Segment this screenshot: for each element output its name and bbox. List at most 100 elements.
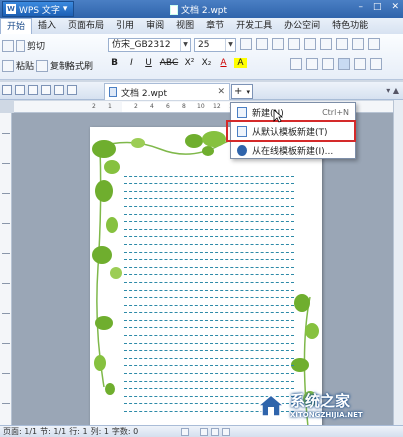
font-size-select[interactable]: 25 ▼ <box>194 38 236 52</box>
tab-bar-controls[interactable]: ▾ ▲ <box>386 86 399 95</box>
bullet-list-icon[interactable] <box>288 38 300 50</box>
ruler-label: 2 <box>134 103 138 110</box>
mouse-cursor-icon <box>273 109 283 123</box>
cut-group: 剪切 <box>2 39 45 52</box>
ruler-label: 6 <box>166 103 170 110</box>
page-view-icon[interactable] <box>200 427 209 436</box>
menu-review[interactable]: 审阅 <box>140 18 170 34</box>
paragraph-tools-row2 <box>290 58 382 70</box>
paste-button[interactable]: 粘贴 <box>16 59 34 72</box>
print-preview-icon[interactable] <box>41 85 51 95</box>
watermark-brand: 系统之家 <box>290 392 351 410</box>
ruler-tick <box>2 373 10 374</box>
ruler-label: 2 <box>92 103 96 110</box>
wps-app-button[interactable]: W WPS 文字 ▾ <box>2 1 74 17</box>
format-painter-group: 格式刷 <box>66 59 93 72</box>
paste-group: 粘贴 ▾ <box>2 59 41 72</box>
status-section: 节: 1/1 <box>40 427 67 436</box>
house-logo-icon <box>256 393 286 417</box>
italic-button[interactable]: I <box>125 58 138 68</box>
chevron-down-icon[interactable]: ▼ <box>180 39 190 51</box>
menu-item-new-from-online-template[interactable]: 从在线模板新建(I)... <box>231 142 355 159</box>
clear-format-icon[interactable] <box>272 38 284 50</box>
chevron-down-icon[interactable]: ▼ <box>225 39 235 51</box>
minimize-button[interactable]: – <box>358 2 363 12</box>
menu-home[interactable]: 开始 <box>0 18 33 34</box>
menu-office-space[interactable]: 办公空间 <box>278 18 326 34</box>
align-justify-icon[interactable] <box>338 58 350 70</box>
superscript-button[interactable]: X² <box>183 58 196 68</box>
new-document-button[interactable]: + ▾ <box>231 84 253 99</box>
menu-item-new[interactable]: 新建(N) Ctrl+N <box>231 104 355 121</box>
app-name: WPS 文字 <box>19 5 60 16</box>
full-screen-icon[interactable] <box>211 427 220 436</box>
menu-item-shortcut: Ctrl+N <box>322 108 349 117</box>
indent-icon[interactable] <box>336 38 348 50</box>
menu-page-layout[interactable]: 页面布局 <box>62 18 110 34</box>
sort-icon[interactable] <box>352 38 364 50</box>
maximize-button[interactable]: □ <box>373 2 382 12</box>
menu-developer[interactable]: 开发工具 <box>230 18 278 34</box>
font-color-button[interactable]: A <box>217 58 230 68</box>
highlight-button[interactable]: A <box>234 58 247 68</box>
ribbon-toolbar: 剪切 粘贴 ▾ 复制 格式刷 仿宋_GB2312 ▼ 25 ▼ <box>0 34 403 80</box>
align-right-icon[interactable] <box>322 58 334 70</box>
highlight-box <box>226 120 356 142</box>
ruler-label: 1 <box>108 103 112 110</box>
line-spacing-icon[interactable] <box>370 58 382 70</box>
close-window-button[interactable]: ✕ <box>391 2 399 12</box>
save-icon[interactable] <box>15 85 25 95</box>
plus-icon[interactable]: + <box>234 86 242 97</box>
menu-chapter[interactable]: 章节 <box>200 18 230 34</box>
strikethrough-button[interactable]: ABC <box>159 58 179 68</box>
align-center-icon[interactable] <box>306 58 318 70</box>
numbered-list-icon[interactable] <box>304 38 316 50</box>
ruler-tick <box>2 343 10 344</box>
show-marks-icon[interactable] <box>368 38 380 50</box>
outdent-icon[interactable] <box>320 38 332 50</box>
redo-icon[interactable] <box>67 85 77 95</box>
cut-button[interactable]: 剪切 <box>27 39 45 52</box>
ruler-tick <box>2 133 10 134</box>
document-page[interactable] <box>90 127 322 425</box>
document-tab-bar: 文档 2.wpt ✕ + ▾ ▾ ▲ <box>0 82 403 100</box>
format-painter-button[interactable]: 格式刷 <box>66 59 93 72</box>
open-icon[interactable] <box>2 85 12 95</box>
document-icon <box>170 4 178 15</box>
chevron-down-icon[interactable]: ▾ <box>246 88 250 96</box>
menu-view[interactable]: 视图 <box>170 18 200 34</box>
menu-features[interactable]: 特色功能 <box>326 18 374 34</box>
bold-button[interactable]: B <box>108 58 121 68</box>
underline-button[interactable]: U <box>142 58 155 68</box>
tab-document-label: 文档 2.wpt <box>121 88 168 99</box>
dashed-writing-lines <box>124 169 294 412</box>
align-left-icon[interactable] <box>290 58 302 70</box>
ruler-tick <box>2 163 10 164</box>
undo-icon[interactable] <box>54 85 64 95</box>
web-view-icon[interactable] <box>222 427 231 436</box>
window-title: 文档 2.wpt <box>170 3 227 16</box>
ruler-tick <box>2 313 10 314</box>
subscript-button[interactable]: X₂ <box>200 58 213 68</box>
document-canvas[interactable] <box>12 113 403 425</box>
vertical-scrollbar[interactable] <box>393 100 403 425</box>
watermark: 系统之家 XITONGZHIJIA.NET <box>256 386 403 423</box>
window-title-text: 文档 2.wpt <box>181 6 228 16</box>
menu-item-label: 从在线模板新建(I)... <box>252 147 334 157</box>
print-icon[interactable] <box>28 85 38 95</box>
spellcheck-icon[interactable] <box>181 427 190 436</box>
ruler-tick <box>2 253 10 254</box>
distributed-icon[interactable] <box>354 58 366 70</box>
scissors-icon <box>2 39 14 52</box>
tab-document-2[interactable]: 文档 2.wpt ✕ <box>104 83 230 100</box>
wps-logo-icon: W <box>6 4 16 14</box>
font-name-select[interactable]: 仿宋_GB2312 ▼ <box>108 38 191 52</box>
shrink-font-icon[interactable] <box>256 38 268 50</box>
status-word-count[interactable]: 字数: 0 <box>112 426 138 437</box>
copy-icon <box>36 59 48 72</box>
menu-insert[interactable]: 插入 <box>32 18 62 34</box>
window-controls: – □ ✕ <box>358 2 399 12</box>
menu-references[interactable]: 引用 <box>110 18 140 34</box>
grow-font-icon[interactable] <box>240 38 252 50</box>
close-tab-icon[interactable]: ✕ <box>217 87 225 97</box>
